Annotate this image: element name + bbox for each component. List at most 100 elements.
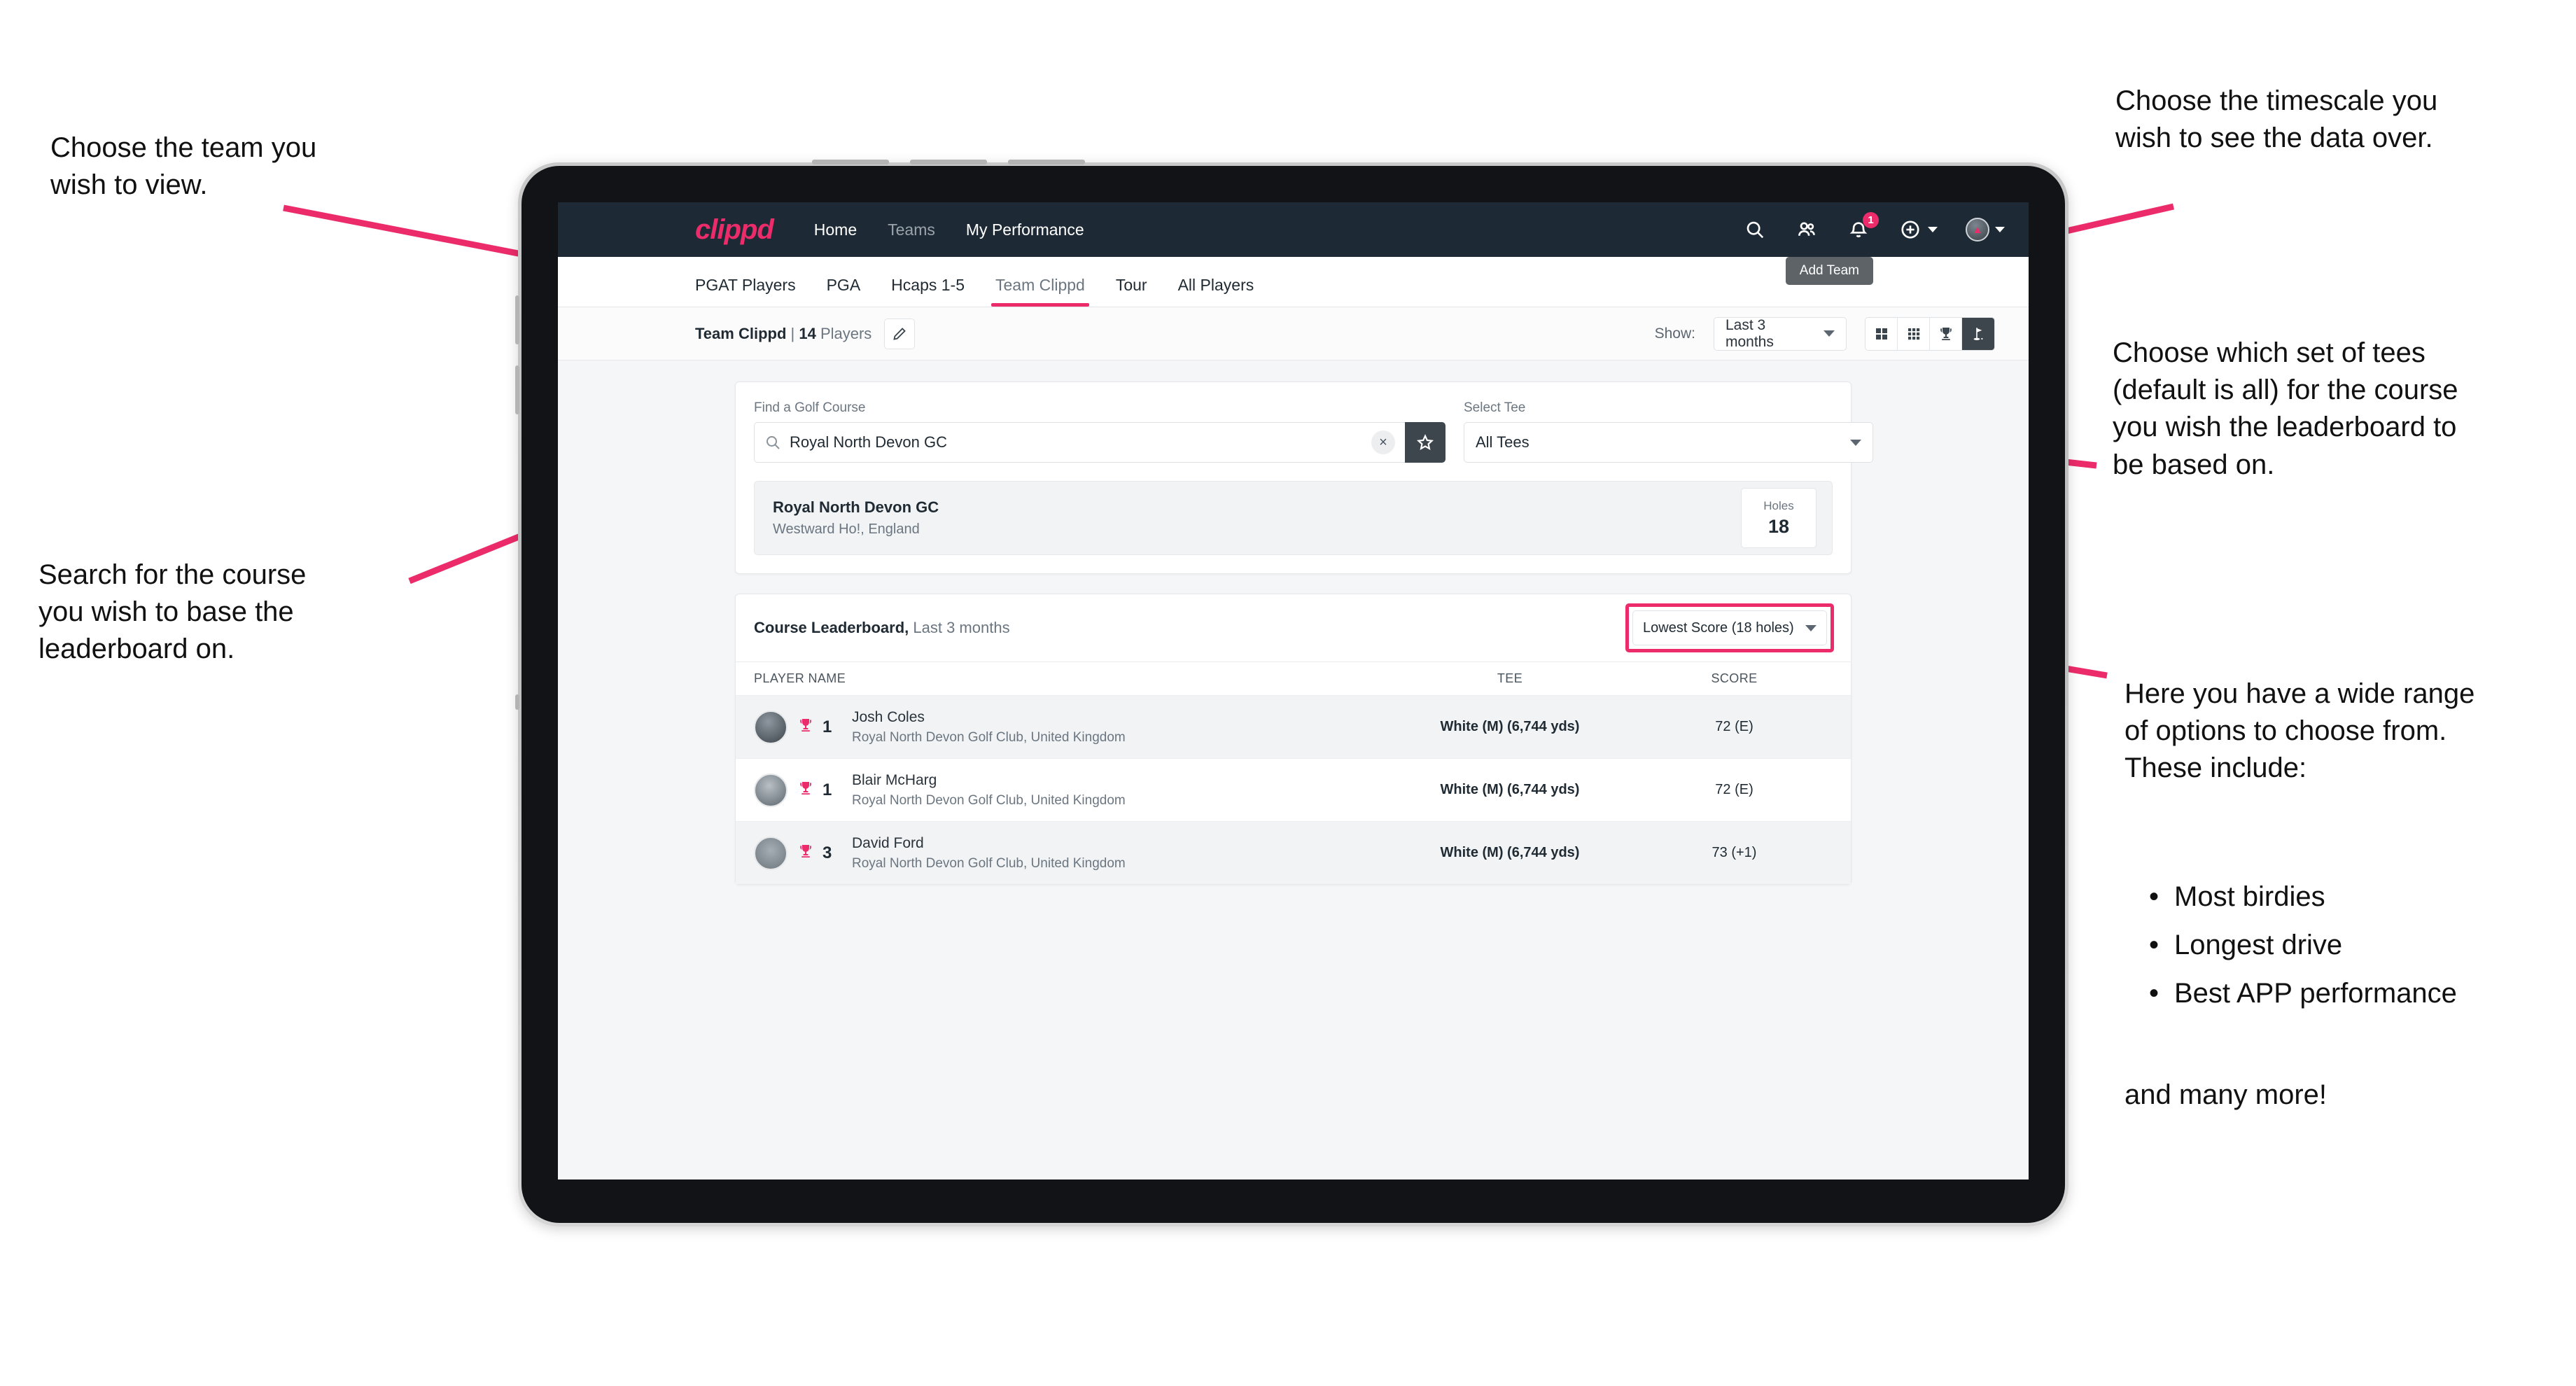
annotation-tees: Choose which set of tees (default is all… bbox=[2113, 337, 2458, 480]
tee-field-label: Select Tee bbox=[1464, 400, 1526, 415]
chevron-down-icon bbox=[1995, 227, 2005, 232]
search-input[interactable]: Royal North Devon GC × bbox=[754, 422, 1405, 463]
tab-pgat-players[interactable]: PGAT Players bbox=[695, 276, 796, 307]
list-item: • Most birdies bbox=[2149, 878, 2576, 916]
player-cell: 1 Josh Coles Royal North Devon Golf Club… bbox=[754, 709, 1384, 746]
tee-field: Select Tee All Tees bbox=[1464, 400, 1873, 463]
leaderboard-sort-select[interactable]: Lowest Score (18 holes) bbox=[1632, 610, 1827, 645]
view-toggle-group bbox=[1865, 316, 1995, 351]
player-cell: 1 Blair McHarg Royal North Devon Golf Cl… bbox=[754, 772, 1384, 808]
bullet-label: Best APP performance bbox=[2174, 978, 2457, 1009]
avatar bbox=[754, 773, 788, 807]
chevron-down-icon bbox=[1850, 439, 1861, 446]
leaderboard-title-sub: Last 3 months bbox=[909, 619, 1010, 636]
grid-2x2-view-button[interactable] bbox=[1865, 317, 1898, 350]
trophy-icon bbox=[797, 717, 814, 737]
close-icon[interactable]: × bbox=[1371, 430, 1395, 454]
search-input-value: Royal North Devon GC bbox=[790, 433, 947, 451]
chevron-down-icon bbox=[1805, 624, 1816, 631]
device-button-side-2 bbox=[515, 365, 519, 414]
tablet-device: clippd Home Teams My Performance 1 ▲ Add… bbox=[515, 160, 2068, 1226]
timescale-select[interactable]: Last 3 months bbox=[1714, 316, 1847, 351]
bell-icon[interactable]: 1 bbox=[1847, 212, 1879, 241]
player-club: Royal North Devon Golf Club, United King… bbox=[852, 792, 1126, 808]
plus-circle-icon[interactable] bbox=[1898, 218, 1922, 241]
pencil-icon[interactable] bbox=[884, 318, 916, 349]
column-header-tee: TEE bbox=[1497, 671, 1523, 685]
player-cell: 3 David Ford Royal North Devon Golf Club… bbox=[754, 835, 1384, 872]
player-club: Royal North Devon Golf Club, United King… bbox=[852, 729, 1126, 745]
leaderboard-title: Course Leaderboard, Last 3 months bbox=[754, 619, 1010, 637]
device-button-side-1 bbox=[515, 295, 519, 344]
notification-badge: 1 bbox=[1863, 212, 1879, 228]
player-text: Josh Coles Royal North Devon Golf Club, … bbox=[852, 709, 1126, 746]
course-result-location: Westward Ho!, England bbox=[773, 522, 920, 537]
tab-all-players[interactable]: All Players bbox=[1178, 276, 1254, 307]
clippd-logo[interactable]: clippd bbox=[695, 214, 774, 246]
course-field-label: Find a Golf Course bbox=[754, 400, 866, 415]
player-name: Josh Coles bbox=[852, 708, 925, 725]
table-row[interactable]: 3 David Ford Royal North Devon Golf Club… bbox=[736, 821, 1851, 884]
course-result-item[interactable]: Royal North Devon GC Westward Ho!, Engla… bbox=[754, 481, 1833, 555]
search-icon[interactable] bbox=[1743, 218, 1767, 241]
leaderboard-sort-highlight: Lowest Score (18 holes) bbox=[1625, 603, 1834, 652]
list-item: • Longest drive bbox=[2149, 927, 2576, 964]
list-item: • Best APP performance bbox=[2149, 975, 2576, 1012]
table-row[interactable]: 1 Blair McHarg Royal North Devon Golf Cl… bbox=[736, 758, 1851, 821]
bullet-label: Most birdies bbox=[2174, 881, 2325, 912]
team-player-count: 14 bbox=[799, 324, 816, 342]
tab-team-clippd[interactable]: Team Clippd bbox=[991, 276, 1089, 307]
annotation-timescale: Choose the timescale you wish to see the… bbox=[2115, 85, 2438, 154]
people-icon[interactable] bbox=[1795, 218, 1819, 241]
show-label: Show: bbox=[1654, 325, 1695, 342]
player-tee: White (M) (6,744 yds) bbox=[1440, 845, 1580, 860]
search-field-row: Find a Golf Course Royal North Devon GC … bbox=[754, 400, 1873, 463]
annotation-choose-team: Choose the team you wish to view. bbox=[50, 132, 317, 201]
page-content: Find a Golf Course Royal North Devon GC … bbox=[558, 360, 2029, 885]
player-rank: 1 bbox=[822, 717, 832, 736]
player-tee: White (M) (6,744 yds) bbox=[1440, 782, 1580, 797]
nav-link-my-performance[interactable]: My Performance bbox=[966, 220, 1084, 239]
add-menu[interactable] bbox=[1898, 218, 1938, 241]
leaderboard-sort-value: Lowest Score (18 holes) bbox=[1643, 620, 1794, 636]
leaderboard-title-main: Course Leaderboard, bbox=[754, 619, 909, 636]
chevron-down-icon bbox=[1928, 227, 1938, 232]
holes-label: Holes bbox=[1763, 498, 1794, 512]
player-rank: 3 bbox=[822, 843, 832, 862]
annotation-options-bullets: • Most birdies • Longest drive • Best APP p… bbox=[2149, 878, 2576, 1013]
column-header-player-name: PLAYER NAME bbox=[754, 671, 846, 685]
player-score: 72 (E) bbox=[1715, 782, 1754, 797]
table-row[interactable]: 1 Josh Coles Royal North Devon Golf Club… bbox=[736, 695, 1851, 758]
player-score: 72 (E) bbox=[1715, 719, 1754, 734]
holes-box: Holes 18 bbox=[1741, 488, 1816, 548]
nav-links: Home Teams My Performance bbox=[814, 220, 1084, 239]
bullet-label: Longest drive bbox=[2174, 930, 2343, 961]
players-word: Players bbox=[820, 324, 872, 342]
toolbar-right: Show: Last 3 months bbox=[1654, 316, 1995, 351]
tab-hcaps-1-5[interactable]: Hcaps 1-5 bbox=[891, 276, 965, 307]
player-name: Blair McHarg bbox=[852, 771, 937, 788]
timescale-value: Last 3 months bbox=[1726, 316, 1774, 350]
team-summary: Team Clippd | 14 Players bbox=[695, 325, 872, 343]
golf-flag-view-button[interactable] bbox=[1962, 317, 1994, 350]
avatar[interactable]: ▲ bbox=[1966, 218, 1989, 241]
player-score: 73 (+1) bbox=[1712, 845, 1757, 860]
trophy-view-button[interactable] bbox=[1930, 317, 1962, 350]
nav-link-home[interactable]: Home bbox=[814, 220, 857, 239]
column-header-score: SCORE bbox=[1711, 671, 1758, 685]
player-club: Royal North Devon Golf Club, United King… bbox=[852, 855, 1126, 871]
player-rank: 1 bbox=[822, 780, 832, 799]
star-icon[interactable] bbox=[1405, 422, 1446, 463]
trophy-icon bbox=[797, 780, 814, 800]
tee-select[interactable]: All Tees bbox=[1464, 422, 1873, 463]
tab-pga[interactable]: PGA bbox=[827, 276, 861, 307]
tab-tour[interactable]: Tour bbox=[1116, 276, 1147, 307]
search-icon bbox=[766, 436, 780, 449]
trophy-icon bbox=[797, 843, 814, 863]
profile-menu[interactable]: ▲ bbox=[1966, 218, 2005, 241]
avatar bbox=[754, 836, 788, 870]
leaderboard-header: Course Leaderboard, Last 3 months Lowest… bbox=[736, 594, 1851, 662]
chevron-down-icon bbox=[1823, 330, 1835, 337]
grid-3x3-view-button[interactable] bbox=[1898, 317, 1930, 350]
nav-link-teams[interactable]: Teams bbox=[888, 220, 935, 239]
